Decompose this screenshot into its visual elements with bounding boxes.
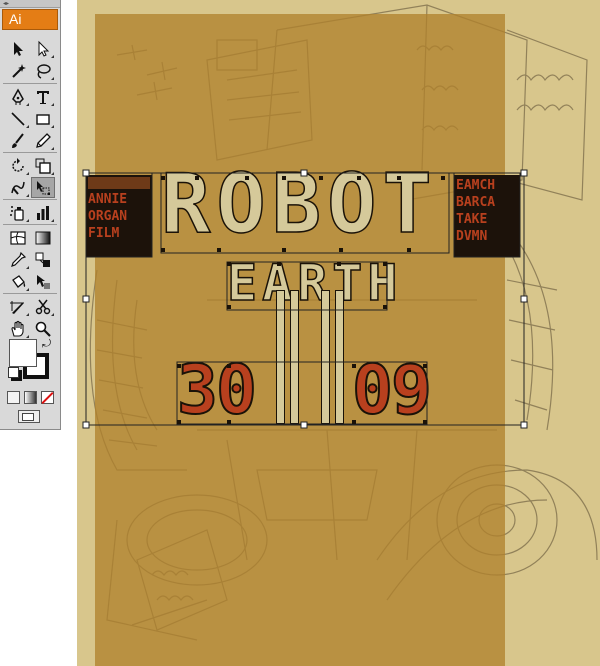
mesh-icon [10,230,26,245]
type-icon [37,90,49,104]
magic-wand-icon [12,63,26,78]
pen-icon [12,87,24,105]
none-mode-button[interactable] [41,391,54,404]
panel-grip[interactable]: ◂▸ [0,0,60,8]
lasso-tool[interactable] [31,60,55,81]
slice-tool[interactable] [6,296,30,317]
slice-icon [10,300,24,314]
symbol-sprayer-icon [10,205,24,221]
magic-wand-tool[interactable] [6,60,30,81]
color-mode-button[interactable] [7,391,20,404]
paintbrush-tool[interactable] [6,130,30,151]
blend-icon [35,252,50,267]
warp-tool[interactable] [6,177,30,198]
hand-tool[interactable] [6,318,30,339]
swap-fill-stroke-icon[interactable]: ⤾ [42,337,51,351]
column-graph-icon [37,205,49,220]
type-tool[interactable] [31,86,55,107]
gradient-tool[interactable] [31,227,55,248]
rectangle-tool[interactable] [31,108,55,129]
scale-icon [35,158,51,174]
blend-tool[interactable] [31,249,55,270]
warp-icon [11,181,25,195]
live-paint-selection-tool[interactable] [31,271,55,292]
scissors-icon [35,299,51,314]
free-transform-tool[interactable] [31,177,55,198]
artboard-canvas[interactable]: ANNIE ORGAN FILM EAMCH BARCA TAKE DVMN R… [77,0,600,666]
scale-tool[interactable] [31,155,55,176]
pencil-icon [36,132,51,148]
rotate-icon [12,157,24,172]
lasso-icon [37,63,51,79]
eyedropper-icon [11,251,27,267]
direct-selection-tool[interactable] [31,38,55,59]
mesh-tool[interactable] [6,227,30,248]
arrow-icon [14,41,23,56]
hand-icon [11,320,24,337]
pen-tool[interactable] [6,86,30,107]
symbol-sprayer-tool[interactable] [6,202,30,223]
default-fill-stroke-icon[interactable] [8,367,19,378]
selection-tool[interactable] [6,38,30,59]
live-paint-bucket-tool[interactable] [6,271,30,292]
app-logo: Ai [2,9,58,30]
selection-bounding-box[interactable] [77,0,600,666]
hollow-arrow-icon [38,40,50,57]
collapse-icon[interactable]: ◂▸ [3,1,9,7]
screen-mode-button[interactable] [18,410,40,423]
zoom-icon [35,321,51,337]
eyedropper-tool[interactable] [6,249,30,270]
column-graph-tool[interactable] [31,202,55,223]
rotate-tool[interactable] [6,155,30,176]
pencil-tool[interactable] [31,130,55,151]
gradient-mode-button[interactable] [24,391,37,404]
tools-panel: ◂▸ Ai ⤾ [0,0,61,430]
fill-swatch[interactable] [9,339,37,367]
scissors-tool[interactable] [31,296,55,317]
paintbrush-icon [12,132,24,148]
gradient-icon [35,231,51,244]
paint-bucket-icon [12,274,26,288]
line-icon [11,111,25,126]
rectangle-icon [36,113,50,125]
line-segment-tool[interactable] [6,108,30,129]
live-paint-selection-icon [37,274,50,289]
free-transform-icon [37,180,50,195]
zoom-tool[interactable] [31,318,55,339]
